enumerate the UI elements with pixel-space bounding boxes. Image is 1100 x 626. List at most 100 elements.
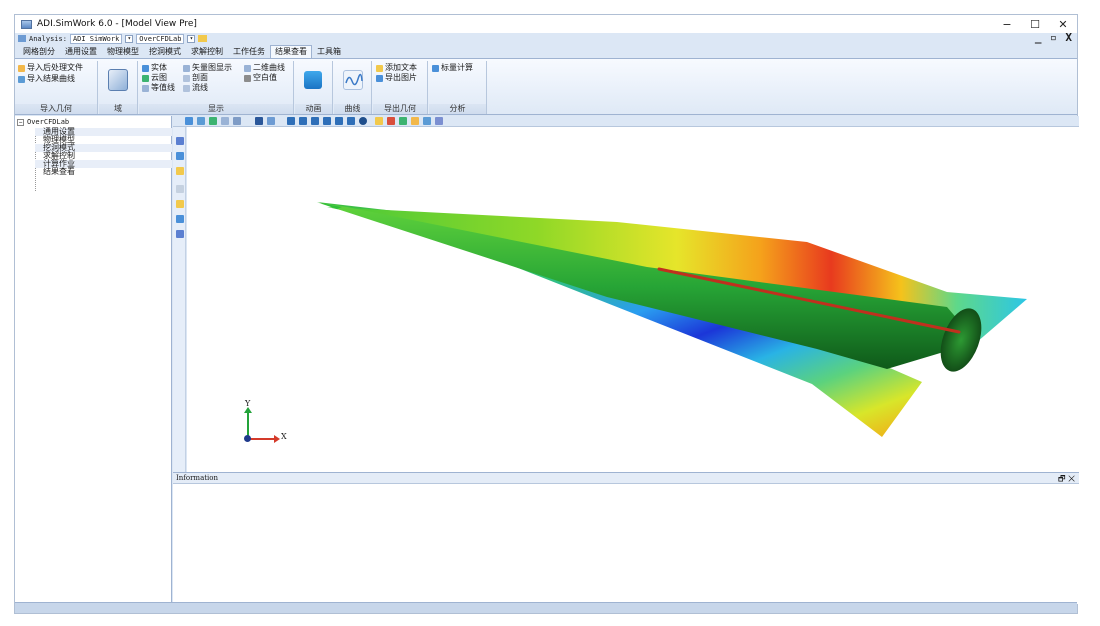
network-icon[interactable] bbox=[176, 230, 184, 238]
import-curve-icon bbox=[18, 75, 25, 83]
tree-item-results[interactable]: 结果查看 bbox=[35, 168, 172, 176]
cube-view-back-icon[interactable] bbox=[299, 117, 307, 125]
table-icon[interactable] bbox=[176, 215, 184, 223]
domain-icon[interactable] bbox=[108, 69, 128, 91]
y-axis-label: Y bbox=[245, 399, 251, 408]
minimize-button[interactable]: − bbox=[993, 15, 1021, 33]
ribbon-group-export: 添加文本 导出图片 导出几何 bbox=[373, 61, 428, 114]
network-icon[interactable] bbox=[176, 137, 184, 145]
analysis-toolbar: Analysis: ADI SimWork ▾ OverCFDLab ▾ _ ▫… bbox=[15, 32, 1077, 44]
network-icon[interactable] bbox=[435, 117, 443, 125]
ribbon-group-import: 导入后处理文件 导入结果曲线 导入几何 bbox=[15, 61, 98, 114]
project-select[interactable]: OverCFDLab bbox=[136, 33, 185, 44]
ribbon-group-label-animation: 动画 bbox=[295, 104, 332, 114]
axis-icon[interactable] bbox=[233, 117, 241, 125]
information-panel-header: Information 🗗 ✕ bbox=[173, 473, 1079, 484]
triad-icon[interactable] bbox=[387, 117, 395, 125]
section-button[interactable]: 剖面 bbox=[183, 73, 208, 83]
mdi-window-controls[interactable]: _ ▫ X bbox=[1035, 32, 1073, 43]
ribbon-group-curve: 曲线 bbox=[334, 61, 372, 114]
isoline-button[interactable]: 等值线 bbox=[142, 83, 175, 93]
x-axis-arrowhead bbox=[274, 435, 280, 443]
analysis-select[interactable]: ADI SimWork bbox=[69, 33, 123, 44]
add-text-icon bbox=[376, 64, 383, 72]
title-bar: ADI.SimWork 6.0 - [Model View Pre] − ☐ ✕ bbox=[15, 15, 1077, 33]
pan-icon[interactable] bbox=[221, 117, 229, 125]
tree-root-label: OverCFDLab bbox=[27, 118, 70, 126]
zoom-icon[interactable] bbox=[197, 117, 205, 125]
animation-play-icon[interactable] bbox=[304, 71, 322, 89]
information-content[interactable] bbox=[173, 484, 1079, 604]
open-folder-icon[interactable] bbox=[198, 35, 208, 42]
ribbon-group-label-curve: 曲线 bbox=[334, 104, 371, 114]
folder-icon[interactable] bbox=[176, 167, 184, 175]
blank-value-icon bbox=[244, 74, 251, 82]
cube-view-top-icon[interactable] bbox=[335, 117, 343, 125]
import-result-curve-button[interactable]: 导入结果曲线 bbox=[18, 74, 75, 84]
ribbon-group-display: 实体 云图 等值线 矢量图显示 剖面 流线 二维曲线 空白值 显示 bbox=[139, 61, 294, 114]
ribbon: 导入后处理文件 导入结果曲线 导入几何 域 实体 云图 等值线 矢量图显示 剖面… bbox=[15, 58, 1077, 115]
blank-value-button[interactable]: 空白值 bbox=[244, 73, 277, 83]
ribbon-group-analysis: 标量计算 分析 bbox=[429, 61, 487, 114]
vector-display-button[interactable]: 矢量图显示 bbox=[183, 63, 232, 73]
disabled-icon[interactable] bbox=[176, 185, 184, 193]
tab-hole-cutting[interactable]: 挖洞模式 bbox=[144, 45, 186, 58]
export-image-button[interactable]: 导出图片 bbox=[376, 73, 417, 83]
tree-root[interactable]: − OverCFDLab bbox=[17, 118, 69, 126]
curve-wave-icon[interactable] bbox=[343, 70, 363, 90]
tab-toolbox[interactable]: 工具箱 bbox=[312, 45, 346, 58]
app-window: ADI.SimWork 6.0 - [Model View Pre] − ☐ ✕… bbox=[14, 14, 1079, 614]
rotate-icon[interactable] bbox=[209, 117, 217, 125]
status-bar bbox=[15, 602, 1077, 613]
import-post-file-button[interactable]: 导入后处理文件 bbox=[18, 63, 83, 73]
2d-curve-icon bbox=[244, 64, 251, 72]
contour-cloud-button[interactable]: 云图 bbox=[142, 73, 167, 83]
grid-icon[interactable] bbox=[423, 117, 431, 125]
ribbon-group-label-analysis: 分析 bbox=[429, 104, 486, 114]
light-icon[interactable] bbox=[375, 117, 383, 125]
ribbon-group-animation: 动画 bbox=[295, 61, 333, 114]
ribbon-group-label-domain: 域 bbox=[99, 104, 137, 114]
grid-icon[interactable] bbox=[176, 152, 184, 160]
scalar-calc-icon bbox=[432, 64, 439, 72]
collapse-icon[interactable]: − bbox=[17, 118, 24, 126]
select-icon[interactable] bbox=[255, 117, 263, 125]
tab-physics-model[interactable]: 物理模型 bbox=[102, 45, 144, 58]
information-panel: Information 🗗 ✕ bbox=[173, 472, 1079, 604]
tab-general-settings[interactable]: 通用设置 bbox=[60, 45, 102, 58]
tab-tasks[interactable]: 工作任务 bbox=[228, 45, 270, 58]
2d-curve-button[interactable]: 二维曲线 bbox=[244, 63, 285, 73]
cube-view-bottom-icon[interactable] bbox=[347, 117, 355, 125]
wing-contour-plot bbox=[317, 202, 1027, 437]
tab-results[interactable]: 结果查看 bbox=[270, 45, 312, 58]
streamline-button[interactable]: 流线 bbox=[183, 83, 208, 93]
information-title: Information bbox=[176, 474, 219, 482]
scalar-calc-button[interactable]: 标量计算 bbox=[432, 63, 473, 73]
analysis-icon bbox=[18, 35, 26, 42]
cloud-icon bbox=[142, 74, 149, 82]
solid-icon bbox=[142, 64, 149, 72]
cube-view-front-icon[interactable] bbox=[287, 117, 295, 125]
cube-view-left-icon[interactable] bbox=[311, 117, 319, 125]
sphere-icon[interactable] bbox=[359, 117, 367, 125]
information-panel-controls[interactable]: 🗗 ✕ bbox=[1058, 473, 1075, 484]
3d-viewport[interactable]: Y X bbox=[187, 127, 1079, 472]
project-dropdown-icon[interactable]: ▾ bbox=[187, 34, 196, 43]
open-folder-icon[interactable] bbox=[176, 200, 184, 208]
import-file-icon bbox=[18, 64, 25, 72]
box-select-icon[interactable] bbox=[267, 117, 275, 125]
vector-icon bbox=[183, 64, 190, 72]
cube-view-right-icon[interactable] bbox=[323, 117, 331, 125]
add-text-button[interactable]: 添加文本 bbox=[376, 63, 417, 73]
tab-mesh[interactable]: 网格剖分 bbox=[18, 45, 60, 58]
analysis-dropdown-icon[interactable]: ▾ bbox=[125, 34, 134, 43]
refresh-icon[interactable] bbox=[399, 117, 407, 125]
x-axis-label: X bbox=[281, 432, 287, 441]
ribbon-group-label-import: 导入几何 bbox=[15, 104, 97, 114]
project-tree: − OverCFDLab 通用设置 物理模型 挖洞模式 求解控制 计算作业 结果… bbox=[15, 116, 172, 604]
tab-solver-control[interactable]: 求解控制 bbox=[186, 45, 228, 58]
solid-button[interactable]: 实体 bbox=[142, 63, 167, 73]
section-icon bbox=[183, 74, 190, 82]
fit-view-icon[interactable] bbox=[185, 117, 193, 125]
folder-icon[interactable] bbox=[411, 117, 419, 125]
